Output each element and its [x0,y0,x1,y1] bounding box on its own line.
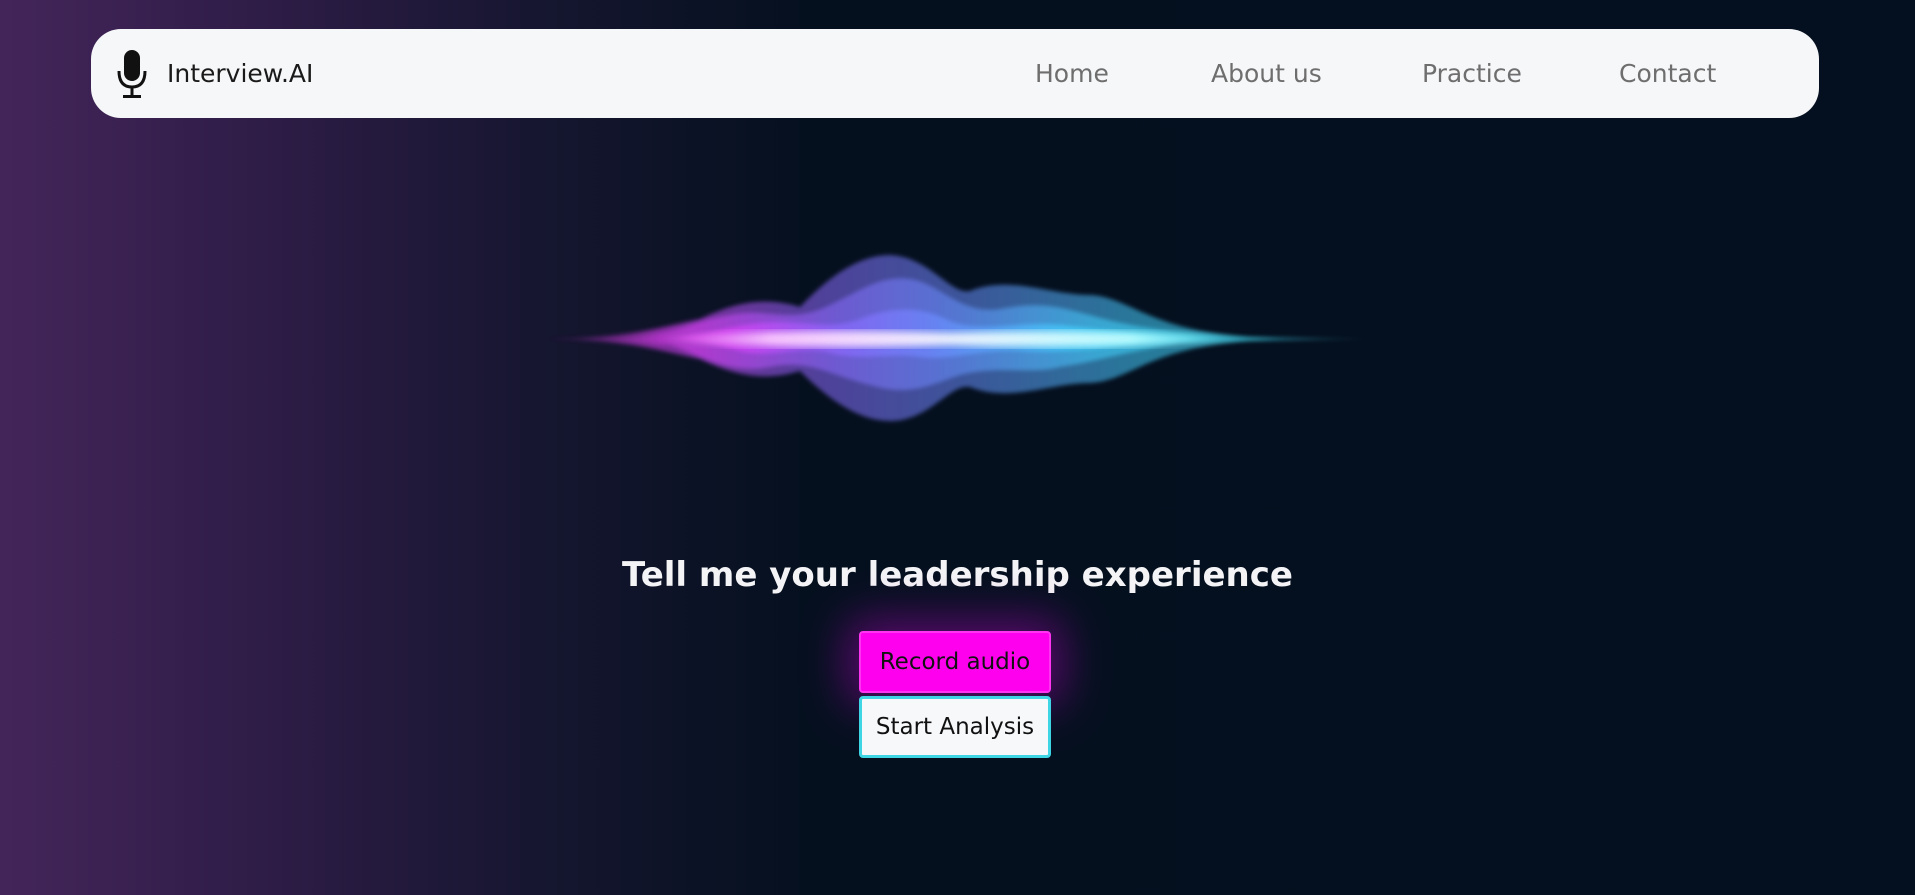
nav-home[interactable]: Home [1035,29,1109,118]
nav-links: Home About us Practice Contact [91,29,1819,118]
nav-about-us[interactable]: About us [1211,29,1322,118]
nav-practice[interactable]: Practice [1422,29,1522,118]
interview-question: Tell me your leadership experience [622,555,1293,595]
top-navbar: Interview.AI Home About us Practice Cont… [91,29,1819,118]
voice-waveform-graphic [530,255,1380,421]
record-audio-button[interactable]: Record audio [859,631,1051,693]
nav-contact[interactable]: Contact [1619,29,1716,118]
start-analysis-button[interactable]: Start Analysis [859,696,1051,758]
